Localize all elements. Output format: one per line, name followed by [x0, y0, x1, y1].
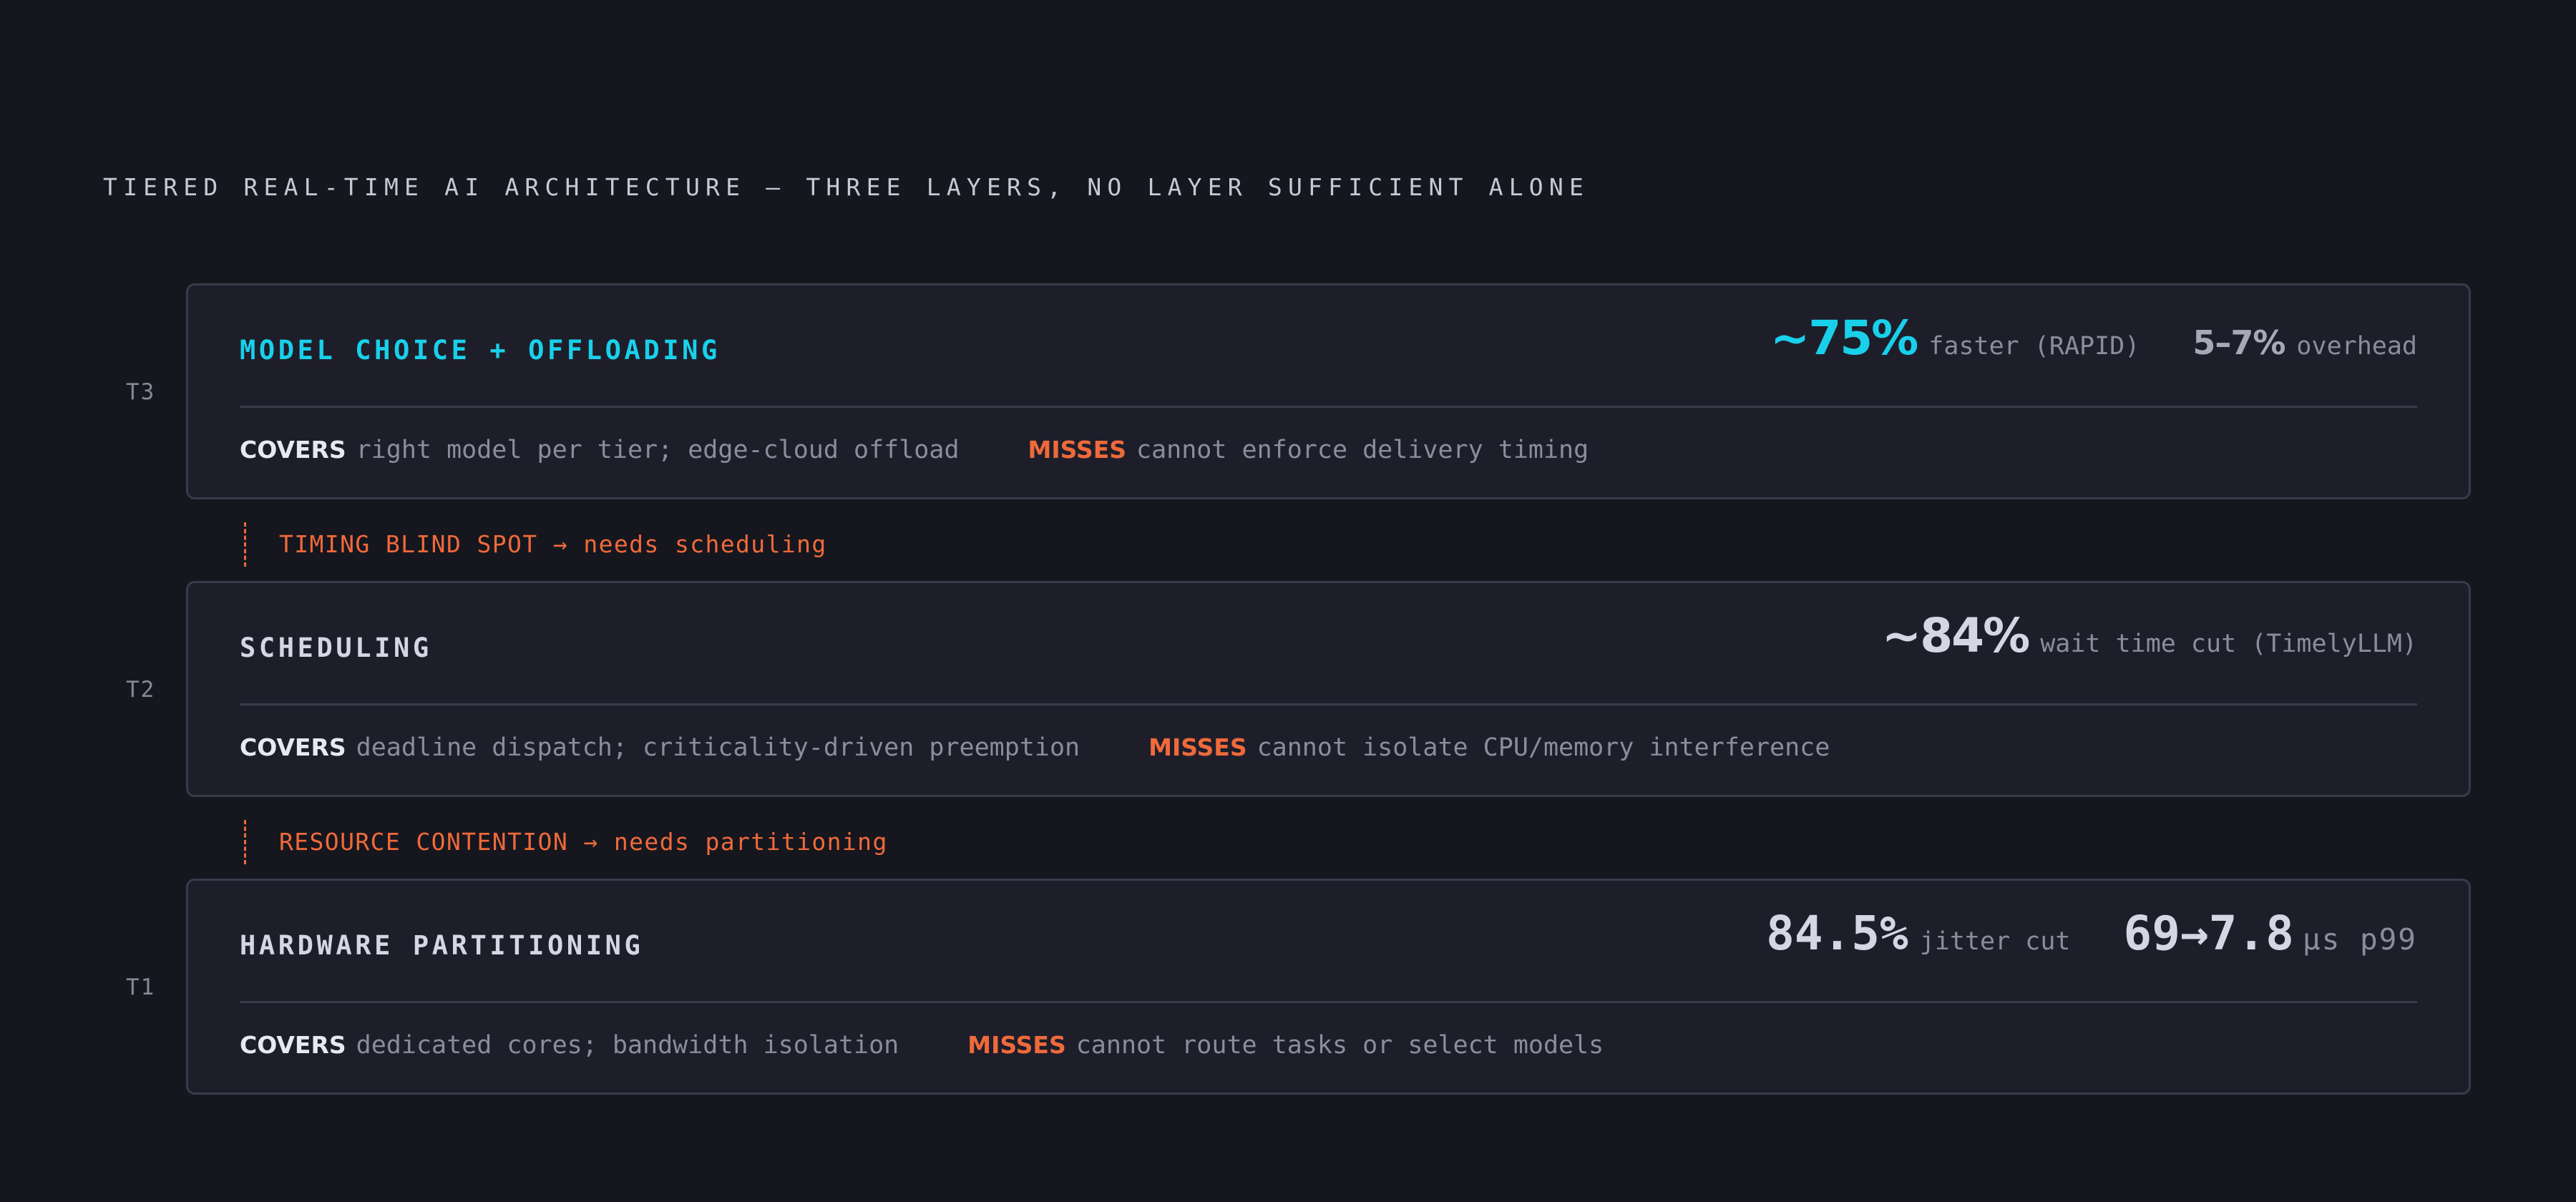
metric: ~84% wait time cut (TimelyLLM): [1882, 608, 2417, 663]
metric: 69→7.8 µs p99: [2123, 906, 2417, 961]
covers-text: dedicated cores; bandwidth isolation: [356, 1031, 899, 1060]
metric-caption: µs p99: [2302, 922, 2417, 957]
misses-tag: MISSES: [1028, 436, 1127, 464]
misses-text: cannot enforce delivery timing: [1136, 436, 1589, 464]
card-header: MODEL CHOICE + OFFLOADING ~75% faster (R…: [240, 311, 2417, 378]
metrics: ~84% wait time cut (TimelyLLM): [1882, 608, 2417, 663]
metric-value: 84.5%: [1766, 906, 1908, 961]
metric-value: ~75%: [1770, 311, 1918, 366]
tier-label-t2: T2: [126, 677, 156, 703]
covers-tag: COVERS: [240, 733, 346, 761]
tier-title: SCHEDULING: [240, 632, 432, 663]
misses-tag: MISSES: [967, 1031, 1066, 1059]
metrics: ~75% faster (RAPID) 5–7% overhead: [1770, 311, 2417, 366]
misses-tag: MISSES: [1148, 733, 1247, 761]
metric-caption: jitter cut: [1919, 927, 2071, 956]
card-body: COVERS deadline dispatch; criticality-dr…: [240, 733, 1830, 762]
connector-label: TIMING BLIND SPOT → needs scheduling: [279, 530, 827, 558]
tier-card-t3: MODEL CHOICE + OFFLOADING ~75% faster (R…: [186, 283, 2471, 499]
metric: ~75% faster (RAPID): [1770, 311, 2140, 366]
dashed-connector: [244, 522, 246, 567]
metric-value: ~84%: [1881, 608, 2030, 663]
tier-title: HARDWARE PARTITIONING: [240, 930, 644, 961]
page-title: TIERED REAL-TIME AI ARCHITECTURE — THREE…: [103, 173, 1590, 201]
covers-tag: COVERS: [240, 436, 346, 464]
card-body: COVERS dedicated cores; bandwidth isolat…: [240, 1031, 1604, 1060]
metrics: 84.5% jitter cut 69→7.8 µs p99: [1766, 906, 2417, 961]
metric: 5–7% overhead: [2192, 323, 2417, 362]
divider: [240, 406, 2417, 408]
covers-text: right model per tier; edge-cloud offload: [356, 436, 960, 464]
dashed-connector: [244, 820, 246, 864]
card-body: COVERS right model per tier; edge-cloud …: [240, 436, 1589, 464]
tier-label-t3: T3: [126, 379, 156, 405]
tier-card-t1: HARDWARE PARTITIONING 84.5% jitter cut 6…: [186, 879, 2471, 1095]
tier-card-t2: SCHEDULING ~84% wait time cut (TimelyLLM…: [186, 581, 2471, 797]
covers-text: deadline dispatch; criticality-driven pr…: [356, 733, 1080, 762]
metric-caption: wait time cut (TimelyLLM): [2040, 630, 2417, 658]
tier-label-t1: T1: [126, 974, 156, 1000]
misses-text: cannot isolate CPU/memory interference: [1257, 733, 1830, 762]
metric: 84.5% jitter cut: [1766, 906, 2070, 961]
covers-tag: COVERS: [240, 1031, 346, 1059]
metric-caption: overhead: [2296, 332, 2417, 361]
misses-text: cannot route tasks or select models: [1075, 1031, 1604, 1060]
card-header: HARDWARE PARTITIONING 84.5% jitter cut 6…: [240, 906, 2417, 974]
metric-value: 5–7%: [2192, 323, 2285, 362]
tier-title: MODEL CHOICE + OFFLOADING: [240, 335, 721, 366]
metric-value: 69→7.8: [2123, 906, 2294, 961]
metric-caption: faster (RAPID): [1928, 332, 2140, 361]
connector-label: RESOURCE CONTENTION → needs partitioning: [279, 828, 888, 856]
divider: [240, 1001, 2417, 1003]
card-header: SCHEDULING ~84% wait time cut (TimelyLLM…: [240, 608, 2417, 676]
divider: [240, 703, 2417, 705]
